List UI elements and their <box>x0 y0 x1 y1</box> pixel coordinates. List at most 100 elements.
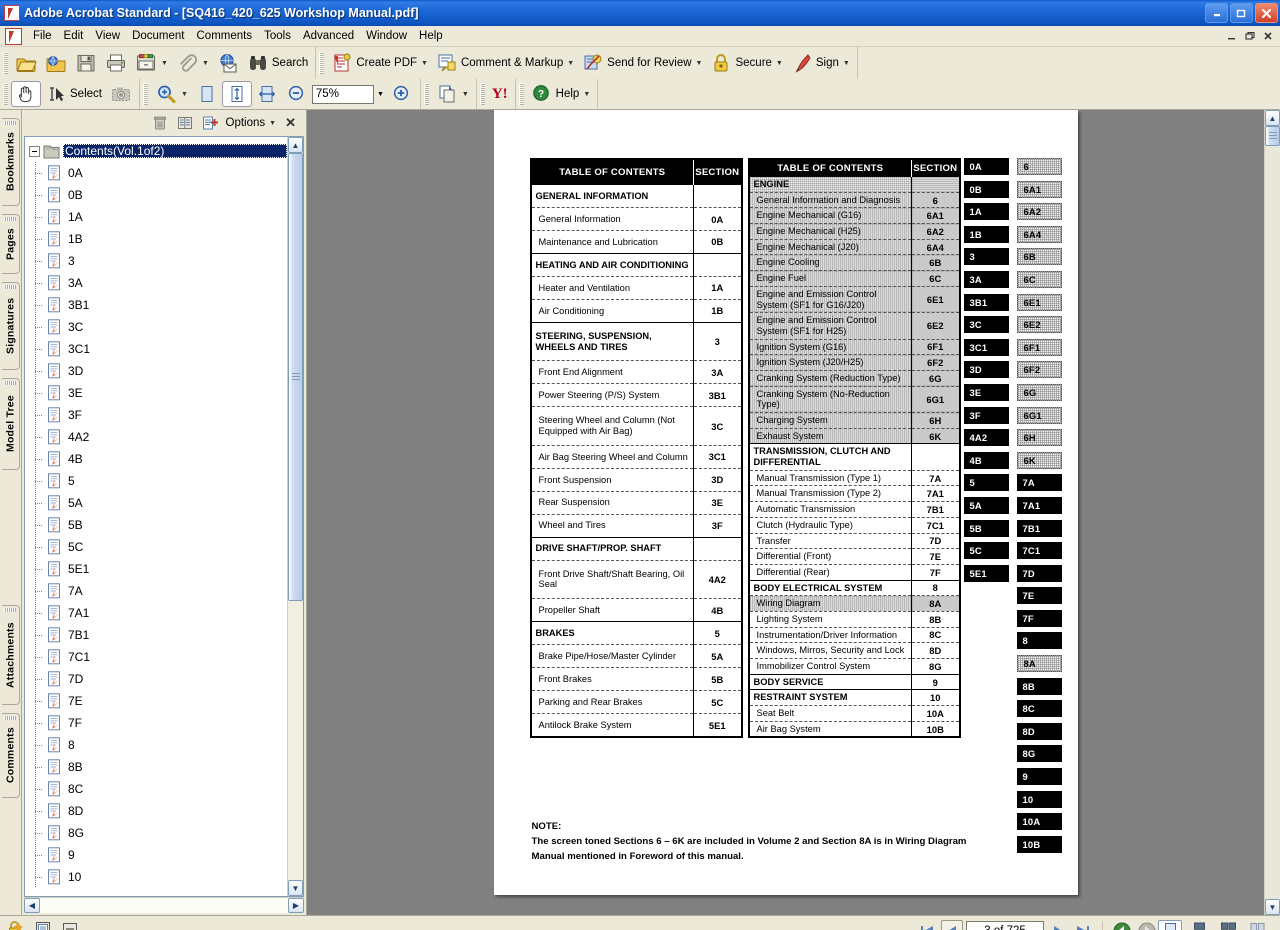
actual-size-button[interactable] <box>192 81 222 107</box>
bookmark-item[interactable]: 7E <box>25 690 287 712</box>
doc-scrollbar-thumb[interactable] <box>1265 126 1280 146</box>
zoom-level-dropdown-caret-icon[interactable]: ▼ <box>374 85 387 104</box>
bookmark-item[interactable]: 4A2 <box>25 426 287 448</box>
bookmark-item[interactable]: 9 <box>25 844 287 866</box>
scrollbar-track[interactable] <box>288 601 303 880</box>
bookmark-item[interactable]: 7B1 <box>25 624 287 646</box>
maximize-button[interactable] <box>1230 3 1253 23</box>
sidebar-tab-pages[interactable]: Pages <box>2 214 20 274</box>
menu-tools[interactable]: Tools <box>258 28 297 44</box>
bookmark-item[interactable]: 3C <box>25 316 287 338</box>
last-page-button[interactable] <box>1072 920 1094 930</box>
help-caret-icon[interactable]: ▼ <box>583 91 590 98</box>
sidebar-tab-model-tree[interactable]: Model Tree <box>2 378 20 470</box>
menu-comments[interactable]: Comments <box>191 28 259 44</box>
bookmark-item[interactable]: 5E1 <box>25 558 287 580</box>
mdi-close-button[interactable] <box>1259 28 1276 44</box>
scroll-up-arrow-icon[interactable]: ▲ <box>288 137 303 153</box>
bookmark-item[interactable]: 1B <box>25 228 287 250</box>
bookmark-item[interactable]: 5C <box>25 536 287 558</box>
bookmark-item[interactable]: 8D <box>25 800 287 822</box>
doc-scrollbar-track[interactable] <box>1265 146 1280 899</box>
delete-bookmark-icon[interactable] <box>151 114 169 132</box>
bookmark-item[interactable]: 3F <box>25 404 287 426</box>
menu-help[interactable]: Help <box>413 28 449 44</box>
continuous-layout-button[interactable] <box>1187 920 1211 930</box>
create-pdf-caret-icon[interactable]: ▼ <box>421 60 428 67</box>
scrollbar-thumb[interactable] <box>288 153 303 601</box>
zoom-level-input[interactable]: 75% <box>311 84 374 104</box>
bookmark-item[interactable]: 8B <box>25 756 287 778</box>
doc-scroll-up-arrow-icon[interactable]: ▲ <box>1265 110 1280 126</box>
secure-button[interactable]: Secure ▼ <box>706 50 786 76</box>
email-button[interactable] <box>213 50 243 76</box>
bookmark-collapse-toggle[interactable] <box>29 145 40 157</box>
bookmark-item[interactable]: 8C <box>25 778 287 800</box>
open-web-pdf-button[interactable] <box>41 50 71 76</box>
help-button[interactable]: ? Help ▼ <box>527 81 595 107</box>
secure-caret-icon[interactable]: ▼ <box>776 60 783 67</box>
security-lock-icon[interactable] <box>5 919 25 930</box>
bookmark-item[interactable]: 1A <box>25 206 287 228</box>
comment-markup-button[interactable]: Comment & Markup ▼ <box>432 50 578 76</box>
horizontal-scrollbar-track[interactable] <box>40 898 288 913</box>
sidebar-tab-comments[interactable]: Comments <box>2 713 20 798</box>
menu-file[interactable]: File <box>27 28 58 44</box>
bookmark-item[interactable]: 5A <box>25 492 287 514</box>
scroll-left-arrow-icon[interactable]: ◀ <box>24 898 40 913</box>
menu-view[interactable]: View <box>89 28 126 44</box>
zoom-tool-caret-icon[interactable]: ▼ <box>181 91 188 98</box>
organize-files-button[interactable]: ▼ <box>131 50 172 76</box>
sign-caret-icon[interactable]: ▼ <box>843 60 850 67</box>
save-button[interactable] <box>71 50 101 76</box>
options-caret-icon[interactable]: ▼ <box>269 120 276 127</box>
bookmark-item[interactable]: 3E <box>25 382 287 404</box>
menu-window[interactable]: Window <box>360 28 413 44</box>
bookmark-item[interactable]: 7A <box>25 580 287 602</box>
bookmark-item[interactable]: 8 <box>25 734 287 756</box>
send-for-review-button[interactable]: Send for Review ▼ <box>578 50 706 76</box>
bookmark-item[interactable]: 8G <box>25 822 287 844</box>
mdi-restore-button[interactable] <box>1241 28 1258 44</box>
bookmark-item[interactable]: 3B1 <box>25 294 287 316</box>
minimize-button[interactable] <box>1205 3 1228 23</box>
bookmark-item[interactable]: 10 <box>25 866 287 888</box>
yahoo-search-button[interactable]: Y! <box>488 81 512 107</box>
first-page-button[interactable] <box>916 920 938 930</box>
sidebar-tab-bookmarks[interactable]: Bookmarks <box>2 118 20 206</box>
attach-caret-icon[interactable]: ▼ <box>202 60 209 67</box>
sidebar-tab-attachments[interactable]: Attachments <box>2 605 20 705</box>
fit-width-button[interactable] <box>252 81 282 107</box>
bookmarks-options-button[interactable]: Options ▼ <box>226 117 277 129</box>
bookmarks-close-button[interactable]: ✕ <box>283 115 298 131</box>
document-scroll-area[interactable]: TABLE OF CONTENTS SECTION GENERAL INFORM… <box>307 110 1264 915</box>
attach-file-button[interactable]: ▼ <box>172 50 213 76</box>
bookmark-root-item[interactable]: Contents(Vol.1of2) <box>25 140 287 162</box>
doc-scroll-down-arrow-icon[interactable]: ▼ <box>1265 899 1280 915</box>
bookmark-item[interactable]: 3A <box>25 272 287 294</box>
open-file-button[interactable] <box>11 50 41 76</box>
single-page-layout-button[interactable] <box>1158 919 1182 930</box>
bookmark-item[interactable]: 3C1 <box>25 338 287 360</box>
zoom-in-button[interactable] <box>387 81 417 107</box>
sidebar-tab-signatures[interactable]: Signatures <box>2 282 20 370</box>
zoom-out-button[interactable] <box>282 81 312 107</box>
bookmark-item[interactable]: 5B <box>25 514 287 536</box>
mdi-minimize-button[interactable] <box>1223 28 1240 44</box>
search-button[interactable]: Search <box>243 50 312 76</box>
snapshot-tool-button[interactable] <box>106 81 136 107</box>
collapse-panel-icon[interactable] <box>61 920 79 930</box>
page-number-input[interactable]: 3 of 725 <box>966 920 1044 930</box>
next-view-button[interactable] <box>1136 920 1158 930</box>
bookmark-item[interactable]: 4B <box>25 448 287 470</box>
scroll-down-arrow-icon[interactable]: ▼ <box>288 880 303 896</box>
print-button[interactable] <box>101 50 131 76</box>
new-bookmark-icon[interactable] <box>201 114 219 132</box>
select-tool-button[interactable]: Select <box>41 81 106 107</box>
menu-document[interactable]: Document <box>126 28 190 44</box>
menu-advanced[interactable]: Advanced <box>297 28 360 44</box>
facing-layout-button[interactable] <box>1216 920 1240 930</box>
hand-tool-button[interactable] <box>11 81 41 107</box>
bookmark-item[interactable]: 0B <box>25 184 287 206</box>
previous-page-button[interactable] <box>941 919 963 930</box>
